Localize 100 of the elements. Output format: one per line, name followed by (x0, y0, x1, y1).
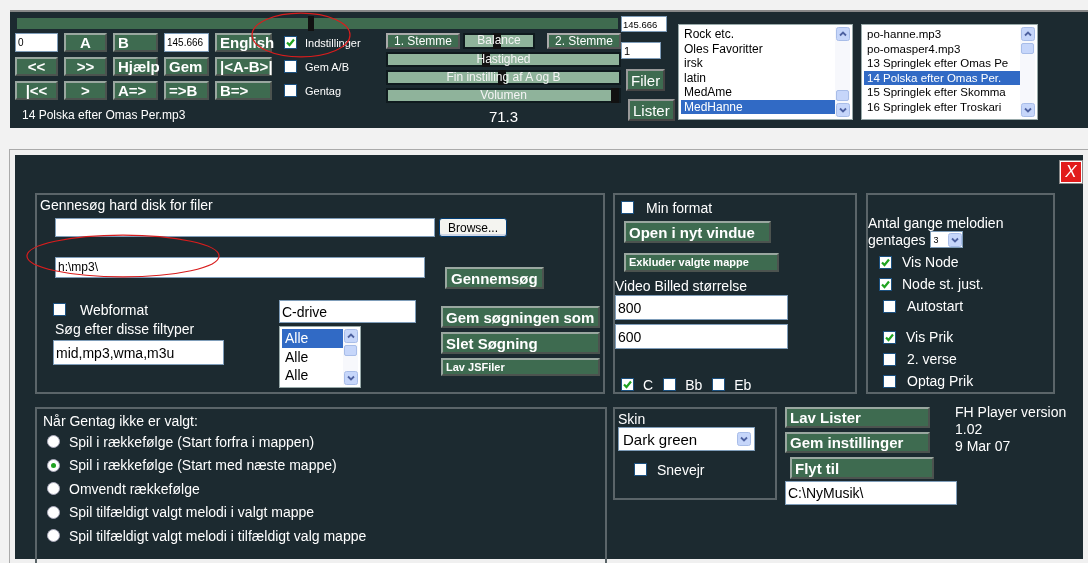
checkbox[interactable] (883, 374, 896, 388)
action-button[interactable]: Gem instillinger (785, 432, 930, 453)
number-field[interactable]: 1 (621, 42, 661, 59)
volume-reading: 71.3 (487, 108, 520, 125)
count-dropdown[interactable]: 3 (929, 231, 963, 248)
checkbox[interactable] (879, 255, 892, 269)
filetypes-field[interactable]: mid,mp3,wma,m3u (53, 340, 224, 365)
list-item[interactable]: latin (681, 70, 835, 85)
height-field[interactable]: 600 (615, 324, 788, 349)
player-button[interactable]: > (64, 81, 107, 100)
checkbox[interactable] (53, 303, 66, 316)
action-button[interactable]: Gem søgningen som (441, 306, 600, 328)
scrollbar[interactable] (343, 329, 358, 385)
checkbox[interactable] (712, 378, 726, 391)
field-label: Skin (618, 411, 647, 427)
list-item[interactable]: Rock etc. (681, 27, 835, 42)
list-item[interactable]: irsk (681, 56, 835, 71)
action-button[interactable]: Lav Lister (785, 407, 930, 428)
list-item[interactable]: Alle (282, 347, 343, 367)
player-button[interactable]: A=> (113, 81, 158, 100)
slider-thumb[interactable] (611, 88, 619, 103)
player-button[interactable]: |<A-B>| (215, 57, 272, 76)
browse-button[interactable]: Browse... (439, 218, 507, 237)
checkbox-label: Vis Node (902, 254, 959, 270)
exclude-button[interactable]: Exkluder valgte mappe (624, 253, 779, 272)
action-button[interactable]: Flyt til (790, 457, 934, 479)
player-button[interactable]: << (15, 57, 58, 76)
scrollbar-thumb[interactable] (1021, 43, 1034, 54)
file-field[interactable] (55, 218, 435, 237)
action-button[interactable]: Lav JSFiler (441, 358, 600, 376)
version-text: 1.02 (955, 421, 984, 438)
list-item[interactable]: 14 Polska efter Omas Per. (864, 70, 1020, 85)
scrollbar-thumb[interactable] (344, 345, 357, 356)
player-button[interactable]: B=> (215, 81, 272, 100)
player-button[interactable]: Hjælp (113, 57, 158, 76)
field-label: Søg efter disse filtyper (55, 321, 196, 337)
checkbox-label: Node st. just. (902, 276, 984, 292)
close-button[interactable]: X (1060, 161, 1082, 183)
scrollbar[interactable] (1020, 27, 1035, 117)
search-button[interactable]: Gennemsøg (445, 267, 544, 289)
number-field[interactable]: 145.666 (621, 16, 667, 32)
drive-field[interactable]: C-drive (279, 300, 416, 323)
radio-button[interactable] (47, 482, 60, 496)
checkbox-label: Webformat (80, 301, 149, 318)
checkbox[interactable] (621, 378, 634, 391)
voice-button[interactable]: 2. Stemme (546, 33, 621, 49)
checkbox[interactable] (284, 84, 297, 97)
checkbox[interactable] (284, 60, 297, 73)
number-field[interactable]: 145.666 (164, 33, 209, 52)
radio-label: Spil i rækkefølge (Start med næste mappe) (69, 457, 337, 474)
checkbox[interactable] (621, 201, 634, 214)
list-item[interactable]: MedAme (681, 85, 835, 100)
slider-thumb[interactable] (308, 16, 315, 31)
path-field[interactable]: h:\mp3\ (55, 256, 425, 278)
list-item[interactable]: Alle (282, 329, 343, 348)
list-item[interactable]: 13 Springlek efter Omas Pe (864, 56, 1020, 71)
list-item[interactable]: Oles Favoritter (681, 41, 835, 56)
list-item[interactable]: po-hanne.mp3 (864, 27, 1020, 42)
files-button[interactable]: Filer (626, 69, 666, 91)
player-button[interactable]: >> (64, 57, 107, 76)
checkbox-label: Bb (685, 376, 703, 393)
checkbox-label: Snevejr (657, 461, 705, 478)
list-item[interactable]: 16 Springlek efter Troskari (864, 99, 1020, 114)
checkbox[interactable] (634, 463, 647, 476)
radio-label: Spil i rækkefølge (Start forfra i mappen) (69, 433, 315, 450)
player-button[interactable]: Gem (164, 57, 209, 76)
radio-button[interactable] (47, 435, 60, 449)
list-item[interactable]: 15 Springlek efter Skomma (864, 85, 1020, 100)
radio-button[interactable] (47, 529, 60, 543)
skin-dropdown[interactable]: Dark green (618, 427, 755, 451)
number-field[interactable]: 0 (15, 33, 58, 52)
scrollbar[interactable] (835, 27, 850, 117)
folder-field[interactable]: C:\NyMusik\ (785, 481, 957, 505)
checkbox[interactable] (883, 352, 896, 366)
player-button[interactable]: |<< (15, 81, 58, 100)
checkbox[interactable] (879, 277, 892, 291)
checkbox-label: Min format (646, 199, 713, 216)
list-item[interactable]: Alle (282, 366, 343, 385)
checkbox-label: Gem A/B (305, 60, 350, 73)
player-button[interactable]: B (113, 33, 158, 52)
lists-button[interactable]: Lister (628, 99, 675, 121)
checkbox[interactable] (883, 299, 896, 313)
player-button[interactable]: =>B (164, 81, 209, 100)
radio-button[interactable] (47, 458, 60, 472)
action-button[interactable]: Slet Søgning (441, 332, 600, 354)
checkbox[interactable] (883, 330, 896, 344)
list-item[interactable]: po-omasper4.mp3 (864, 41, 1020, 56)
open-window-button[interactable]: Open i nyt vindue (624, 221, 771, 243)
checkbox[interactable] (284, 36, 297, 49)
checkbox-label: Eb (734, 376, 752, 393)
scrollbar-thumb[interactable] (836, 90, 849, 101)
width-field[interactable]: 800 (615, 295, 788, 320)
position-slider[interactable] (17, 18, 618, 29)
checkbox-label: Optag Prik (907, 373, 974, 389)
player-button[interactable]: A (64, 33, 107, 52)
now-playing-text: 14 Polska efter Omas Per.mp3 (22, 108, 187, 122)
voice-button[interactable]: 1. Stemme (386, 33, 461, 49)
radio-button[interactable] (47, 505, 60, 519)
list-item[interactable]: MedHanne (681, 99, 835, 114)
checkbox[interactable] (663, 378, 677, 391)
